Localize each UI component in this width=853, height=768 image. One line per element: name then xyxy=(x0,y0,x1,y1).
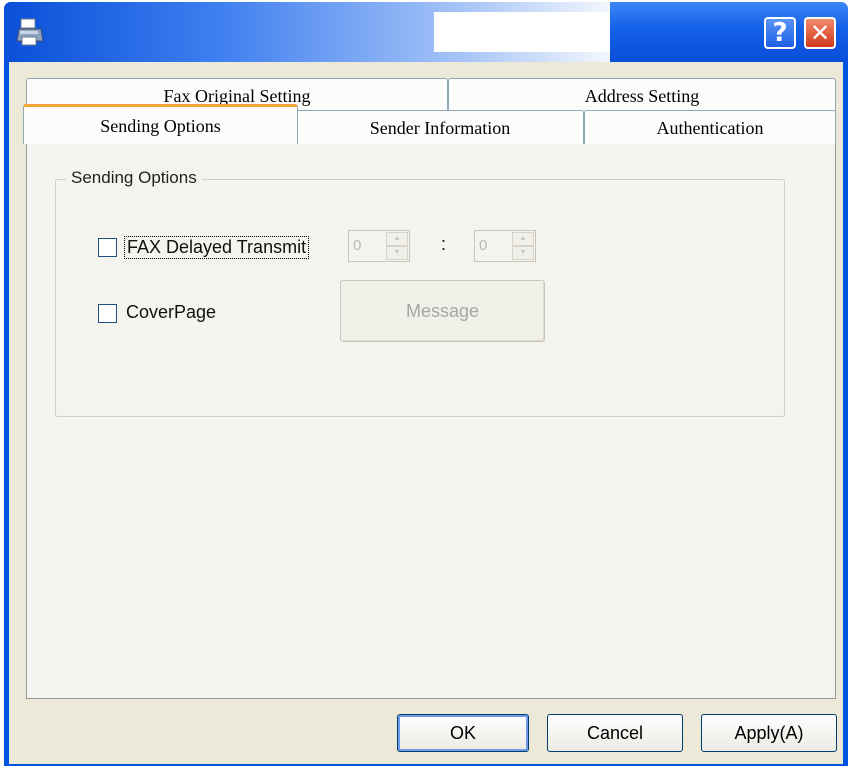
delay-hour-spin-buttons: ▲ ▼ xyxy=(386,232,408,260)
tab-panel-sending-options: Sending Options FAX Delayed Transmit 0 ▲… xyxy=(26,142,836,699)
help-icon: ? xyxy=(772,18,788,48)
apply-button[interactable]: Apply(A) xyxy=(701,714,837,752)
coverpage-checkbox[interactable] xyxy=(98,304,117,323)
ok-button[interactable]: OK xyxy=(397,714,529,752)
close-button[interactable]: ✕ xyxy=(804,17,836,49)
fax-delayed-transmit-checkbox[interactable] xyxy=(98,238,117,257)
printer-icon xyxy=(16,18,44,46)
delay-minute-spin-buttons: ▲ ▼ xyxy=(512,232,534,260)
spin-up-arrow-icon[interactable]: ▲ xyxy=(386,232,408,246)
delay-minute-spinner[interactable]: 0 ▲ ▼ xyxy=(474,230,536,262)
cancel-button[interactable]: Cancel xyxy=(547,714,683,752)
spin-down-arrow-icon[interactable]: ▼ xyxy=(386,246,408,260)
tab-sender-information[interactable]: Sender Information xyxy=(296,110,584,144)
tab-authentication[interactable]: Authentication xyxy=(584,110,836,144)
tab-label: Address Setting xyxy=(584,86,700,106)
delay-minute-value: 0 xyxy=(479,237,488,254)
tab-label: Authentication xyxy=(656,118,764,138)
tab-address-setting[interactable]: Address Setting xyxy=(448,78,836,112)
sending-options-group: Sending Options FAX Delayed Transmit 0 ▲… xyxy=(55,168,785,417)
dialog-client-area: Fax Original Setting Address Setting Sen… xyxy=(9,62,843,764)
dialog-window: ? ✕ Fax Original Setting Address Setting… xyxy=(4,2,848,766)
spin-up-arrow-icon[interactable]: ▲ xyxy=(512,232,534,246)
close-icon: ✕ xyxy=(809,19,831,47)
message-button[interactable]: Message xyxy=(340,280,545,342)
fax-delayed-transmit-label[interactable]: FAX Delayed Transmit xyxy=(124,236,310,259)
tab-sending-options[interactable]: Sending Options xyxy=(23,104,298,144)
delay-hour-value: 0 xyxy=(353,237,362,254)
delay-hour-spinner[interactable]: 0 ▲ ▼ xyxy=(348,230,410,262)
group-title: Sending Options xyxy=(66,168,202,188)
tab-label: Sending Options xyxy=(100,116,221,136)
time-separator: : xyxy=(441,234,447,254)
title-bar[interactable]: ? ✕ xyxy=(4,2,848,62)
coverpage-label[interactable]: CoverPage xyxy=(126,302,216,323)
title-bar-blank-area xyxy=(434,12,610,52)
help-button[interactable]: ? xyxy=(764,17,796,49)
tab-label: Sender Information xyxy=(369,118,511,138)
spin-down-arrow-icon[interactable]: ▼ xyxy=(512,246,534,260)
